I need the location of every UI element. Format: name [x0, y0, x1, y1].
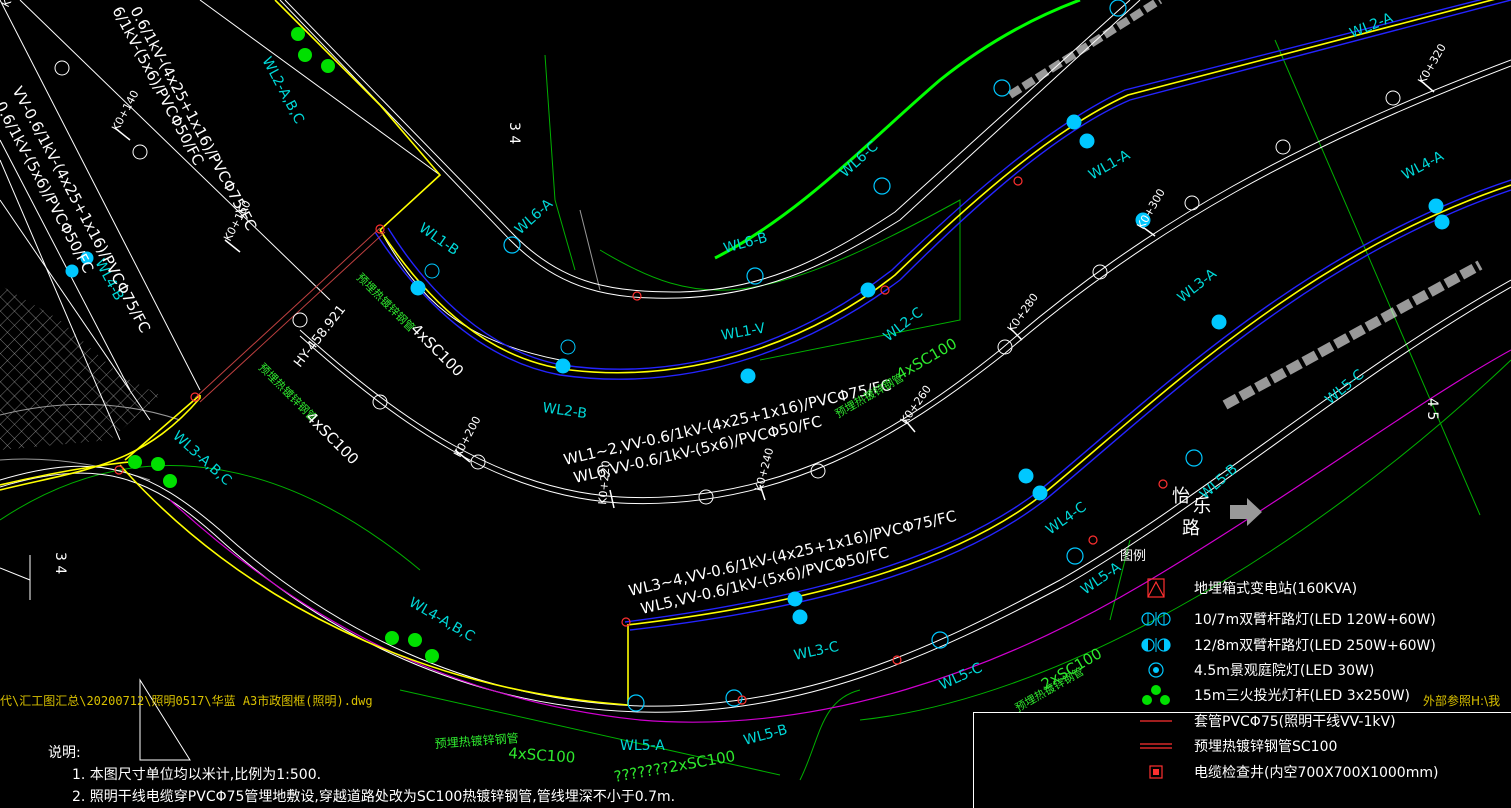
floodlight-pole-icon — [1142, 685, 1170, 705]
cable-green-wl6 — [714, 0, 1081, 260]
label-wl6-a: WL6-A — [512, 196, 556, 238]
road-name-char-1: 怡 — [1172, 486, 1190, 507]
spec-top-left-2: 6/1kV-(5x6)/PVCΦ50/FC — [108, 3, 207, 168]
label-wl4-a: WL4-A — [1399, 148, 1447, 183]
survey-marker-icon — [0, 555, 191, 761]
legend-label: 4.5m景观庭院灯(LED 30W) — [1194, 663, 1375, 679]
legend-label: 预埋热镀锌钢管SC100 — [1194, 739, 1338, 755]
legend-item: 电缆检查井(内空700X700X1000mm) — [1136, 760, 1438, 784]
legend-item: 套管PVCΦ75(照明干线VV-1kV) — [1136, 709, 1396, 733]
legend-item: 12/8m双臂杆路灯(LED 250W+60W) — [1136, 633, 1436, 657]
notes-item-1: 1. 本图尺寸单位均以米计,比例为1:500. — [72, 767, 322, 783]
label-wl6-c: WL6-C — [837, 139, 882, 181]
label-wl3-a: WL3-A — [1175, 266, 1221, 306]
direction-arrow-icon — [1230, 498, 1262, 526]
label-wl5-c: WL5-C — [937, 660, 985, 694]
legend-item: 4.5m景观庭院灯(LED 30W) — [1136, 658, 1374, 682]
pvc-sleeve-icon — [1140, 720, 1172, 722]
lane-mark-1: 3 4 — [506, 122, 522, 144]
cable-pit-icon — [1149, 765, 1163, 779]
legend-label: 12/8m双臂杆路灯(LED 250W+60W) — [1194, 638, 1436, 654]
legend-item: 15m三火投光灯杆(LED 3x250W) — [1136, 683, 1410, 707]
legend-label: 套管PVCΦ75(照明干线VV-1kV) — [1194, 714, 1396, 730]
label-wl1-a: WL1-A — [1086, 147, 1133, 184]
label-wl2-b: WL2-B — [541, 400, 588, 422]
cable-spec-texts: 0.6/1kV-(4x25+1x16)/PVCΦ75/FC 6/1kV-(5x6… — [0, 3, 958, 617]
landscape-boxes — [1007, 0, 1483, 410]
legend-item: 预埋热镀锌钢管SC100 — [1136, 734, 1337, 758]
label-wl3-abc: WL3-A,B,C — [169, 428, 234, 489]
drawing-file-path: 代\汇工图汇总\20200712\照明0517\华蓝 A3市政图框(照明).dw… — [0, 694, 373, 708]
label-wl5-c-right: WL5-C — [1322, 366, 1367, 408]
legend-label: 15m三火投光灯杆(LED 3x250W) — [1194, 688, 1411, 704]
road-name-char-3: 路 — [1182, 518, 1200, 539]
legend-label: 电缆检查井(内空700X700X1000mm) — [1194, 765, 1439, 781]
spec-top-left-1: 0.6/1kV-(4x25+1x16)/PVCΦ75/FC — [126, 3, 260, 233]
legend-item: 10/7m双臂杆路灯(LED 120W+60W) — [1136, 607, 1436, 631]
lane-mark-2: 4 5 — [1424, 398, 1440, 420]
lane-mark-3: 3 4 — [52, 552, 68, 574]
spec-top-left-3: VV-0.6/1kV-(4x25+1x16)/PVCΦ75/FC — [8, 83, 154, 335]
conduit-texts: 预埋热镀锌钢管 4xSC100 预埋热镀锌钢管 4xSC100 预埋热镀锌钢管 … — [256, 270, 1105, 786]
chainage-10: K0+320 — [1415, 42, 1448, 87]
conduit-5: 2xSC100 — [1038, 644, 1105, 693]
label-wl6-b: WL6-B — [722, 230, 769, 257]
legend-label: 地埋箱式变电站(160KVA) — [1194, 581, 1358, 597]
conduit-1-prefix: 预埋热镀锌钢管 — [354, 270, 418, 334]
legend-label: 10/7m双臂杆路灯(LED 120W+60W) — [1194, 612, 1436, 628]
label-wl4-c: WL4-C — [1043, 499, 1090, 538]
chainage-0: K0+120 — [0, 0, 32, 9]
double-arm-lamp-10m-icon — [1141, 612, 1171, 626]
label-wl1-b: WL1-B — [416, 220, 462, 259]
conduit-6: 4xSC100 — [893, 334, 960, 383]
chainage-6: K0+240 — [752, 446, 776, 492]
cable-blue — [374, 0, 1511, 631]
spec-wl34: WL3~4,VV-0.6/1kV-(4x25+1x16)/PVCΦ75/FC — [627, 507, 958, 600]
conduit-2: 4xSC100 — [302, 408, 362, 468]
label-wl2-c: WL2-C — [881, 304, 927, 345]
conduit-1: 4xSC100 — [407, 320, 467, 380]
label-wl5-b: WL5-B — [742, 722, 789, 749]
garden-lamp-icon — [1148, 662, 1164, 678]
notes-item-2: 2. 照明干线电缆穿PVCΦ75管埋地敷设,穿越道路处改为SC100热镀锌钢管,… — [72, 789, 676, 805]
conduit-red — [194, 227, 386, 403]
legend-title: 图例 — [1120, 549, 1147, 564]
label-wl2-abc: WL2-A,B,C — [258, 54, 307, 126]
notes-title: 说明: — [48, 745, 81, 761]
chainage-ticks — [114, 79, 1435, 509]
notes: 说明: 1. 本图尺寸单位均以米计,比例为1:500. 2. 照明干线电缆穿PV… — [48, 742, 675, 808]
label-wl1-v: WL1-V — [720, 320, 767, 344]
chainage-5: K0+220 — [596, 460, 613, 505]
spec-top-left-4: 0.6/1kV-(5x6)/PVCΦ50/FC — [0, 98, 97, 276]
chainage-9: K0+300 — [1134, 187, 1167, 232]
double-arm-lamp-12m-icon — [1141, 638, 1171, 652]
external-reference: 外部参照H:\我 — [1423, 694, 1501, 708]
steel-pipe-icon — [1140, 743, 1172, 749]
chainage-1: K0+140 — [109, 88, 141, 133]
transformer-icon — [1147, 578, 1165, 598]
spec-wl12: WL1~2,VV-0.6/1kV-(4x25+1x16)/PVCΦ75/FC — [562, 376, 893, 469]
road-name-char-2: 乐 — [1193, 496, 1211, 517]
legend-item: 地埋箱式变电站(160KVA) — [1136, 576, 1357, 600]
chainage-7: K0+260 — [898, 383, 934, 427]
label-wl3-c: WL3-C — [793, 639, 841, 664]
